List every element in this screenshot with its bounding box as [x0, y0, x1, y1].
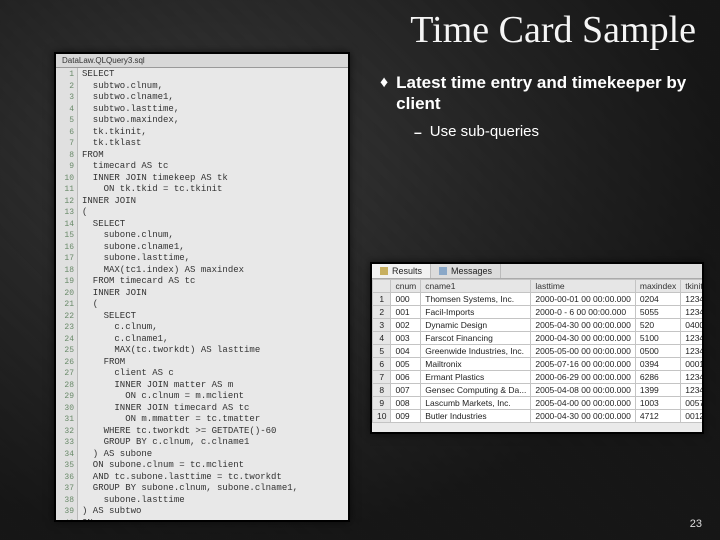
table-cell: 520 [635, 319, 680, 332]
table-cell: 007 [391, 384, 421, 397]
table-cell: 1234 [681, 345, 704, 358]
table-cell: 2005-05-00 00 00:00.000 [531, 345, 635, 358]
table-cell: 1399 [635, 384, 680, 397]
bullet-item: ♦ Latest time entry and timekeeper by cl… [380, 72, 696, 114]
table-cell: 2000-0 - 6 00 00:00.000 [531, 306, 635, 319]
table-row[interactable]: 10009Butler Industries2000-04-30 00 00:0… [373, 410, 705, 423]
grid-icon [380, 267, 388, 275]
table-cell: 009 [391, 410, 421, 423]
table-cell: Dynamic Design [421, 319, 531, 332]
table-cell: 1234 [681, 332, 704, 345]
table-cell: Thomsen Systems, Inc. [421, 293, 531, 306]
table-cell: 2005-04-00 00 00:00.000 [531, 397, 635, 410]
table-cell: 2005-04-30 00 00:00.000 [531, 319, 635, 332]
table-cell: Farscot Financing [421, 332, 531, 345]
table-cell: 1234 [681, 371, 704, 384]
table-cell: 2005-04-08 00 00:00.000 [531, 384, 635, 397]
tab-results[interactable]: Results [372, 264, 431, 278]
table-cell: 1234 [681, 293, 704, 306]
column-header[interactable]: maxindex [635, 280, 680, 293]
table-row[interactable]: 1000Thomsen Systems, Inc.2000-00-01 00 0… [373, 293, 705, 306]
table-cell: 006 [391, 371, 421, 384]
table-cell: 003 [391, 332, 421, 345]
slide: Time Card Sample ♦ Latest time entry and… [0, 0, 720, 540]
table-cell: 2000-06-29 00 00:00.000 [531, 371, 635, 384]
sql-editor-panel: DataLaw.QLQuery3.sql 1234567891011121314… [54, 52, 350, 522]
table-cell: 0204 [635, 293, 680, 306]
table-cell: 0001 [681, 358, 704, 371]
table-cell: 008 [391, 397, 421, 410]
diamond-icon: ♦ [380, 72, 388, 94]
table-row[interactable]: 6005Mailtronix2005-07-16 00 00:00.000039… [373, 358, 705, 371]
table-cell: 2005-07-16 00 00:00.000 [531, 358, 635, 371]
table-cell: Ermant Plastics [421, 371, 531, 384]
table-row[interactable]: 7006Ermant Plastics2000-06-29 00 00:00.0… [373, 371, 705, 384]
table-row[interactable]: 5004Greenwide Industries, Inc.2005-05-00… [373, 345, 705, 358]
table-cell: 004 [391, 345, 421, 358]
table-cell: 005 [391, 358, 421, 371]
message-icon [439, 267, 447, 275]
table-cell: 1003 [635, 397, 680, 410]
page-number: 23 [690, 518, 702, 530]
column-header[interactable]: cnum [391, 280, 421, 293]
table-cell: 5055 [635, 306, 680, 319]
column-header[interactable]: tkinit [681, 280, 704, 293]
column-header[interactable]: lasttime [531, 280, 635, 293]
table-cell: Lascumb Markets, Inc. [421, 397, 531, 410]
table-cell: 2000-00-01 00 00:00.000 [531, 293, 635, 306]
line-gutter: 1234567891011121314151617181920212223242… [56, 68, 78, 520]
page-title: Time Card Sample [410, 8, 696, 52]
table-cell: 002 [391, 319, 421, 332]
table-cell: 0400 [681, 319, 704, 332]
table-cell: 2000-04-30 00 00:00.000 [531, 410, 635, 423]
table-cell: 2000-04-30 00 00:00.000 [531, 332, 635, 345]
table-cell: 000 [391, 293, 421, 306]
sub-bullet-text: Use sub-queries [430, 122, 539, 142]
table-cell: 5100 [635, 332, 680, 345]
table-cell: 6286 [635, 371, 680, 384]
table-row[interactable]: 3002Dynamic Design2005-04-30 00 00:00.00… [373, 319, 705, 332]
table-cell: Mailtronix [421, 358, 531, 371]
tab-results-label: Results [392, 266, 422, 276]
table-row[interactable]: 4003Farscot Financing2000-04-30 00 00:00… [373, 332, 705, 345]
table-cell: 0012 [681, 410, 704, 423]
sub-bullet-item: – Use sub-queries [414, 122, 696, 142]
table-row[interactable]: 9008Lascumb Markets, Inc.2005-04-00 00 0… [373, 397, 705, 410]
table-cell: Facil-Imports [421, 306, 531, 319]
column-header[interactable]: cname1 [421, 280, 531, 293]
table-cell: 001 [391, 306, 421, 319]
content-block: ♦ Latest time entry and timekeeper by cl… [380, 72, 696, 142]
table-cell: 0394 [635, 358, 680, 371]
editor-tab[interactable]: DataLaw.QLQuery3.sql [56, 54, 348, 68]
table-cell: 4712 [635, 410, 680, 423]
results-panel: Results Messages cnumcname1lasttimemaxin… [370, 262, 704, 434]
results-tabs: Results Messages [372, 264, 702, 279]
table-cell: 1234 [681, 306, 704, 319]
table-row[interactable]: 2001Facil-Imports2000-0 - 6 00 00:00.000… [373, 306, 705, 319]
table-cell: Greenwide Industries, Inc. [421, 345, 531, 358]
dash-icon: – [414, 122, 422, 142]
tab-messages-label: Messages [451, 266, 492, 276]
tab-messages[interactable]: Messages [431, 264, 501, 278]
results-grid[interactable]: cnumcname1lasttimemaxindextkinittklast10… [372, 279, 704, 423]
table-row[interactable]: 8007Gensec Computing & Da...2005-04-08 0… [373, 384, 705, 397]
table-cell: 0500 [635, 345, 680, 358]
table-cell: Butler Industries [421, 410, 531, 423]
table-cell: Gensec Computing & Da... [421, 384, 531, 397]
table-cell: 0057 [681, 397, 704, 410]
editor-body: 1234567891011121314151617181920212223242… [56, 68, 348, 520]
sql-code[interactable]: SELECT subtwo.clnum, subtwo.clname1, sub… [78, 68, 348, 520]
table-cell: 1234 [681, 384, 704, 397]
bullet-text: Latest time entry and timekeeper by clie… [396, 72, 696, 114]
